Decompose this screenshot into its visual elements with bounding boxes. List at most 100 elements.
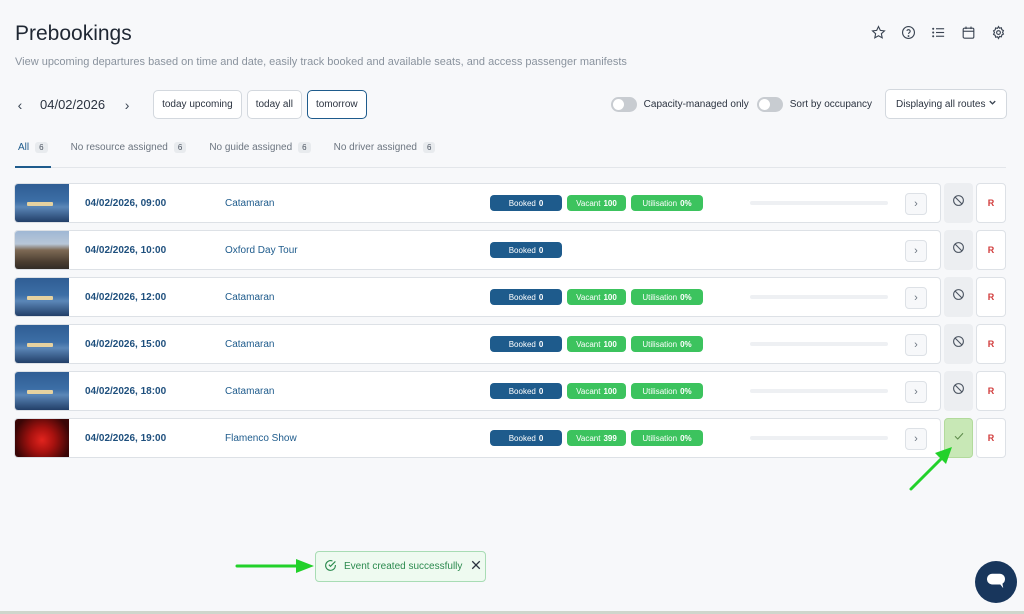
- r-button[interactable]: R: [976, 371, 1006, 411]
- block-button[interactable]: [944, 371, 973, 411]
- open-departure-button[interactable]: ›: [905, 287, 927, 309]
- departure-card[interactable]: 04/02/2026, 19:00 Flamenco Show Booked 0 …: [14, 418, 941, 458]
- vacant-badge: Vacant 100: [567, 383, 626, 399]
- departure-list: 04/02/2026, 09:00 Catamaran Booked 0 Vaca…: [14, 183, 1006, 465]
- open-departure-button[interactable]: ›: [905, 334, 927, 356]
- chevron-right-icon: ›: [914, 292, 918, 304]
- tour-thumbnail: [15, 419, 69, 457]
- booked-badge: Booked 0: [490, 430, 562, 446]
- departure-card[interactable]: 04/02/2026, 18:00 Catamaran Booked 0 Vaca…: [14, 371, 941, 411]
- departure-card[interactable]: 04/02/2026, 10:00 Oxford Day Tour Booked…: [14, 230, 941, 270]
- departure-datetime: 04/02/2026, 18:00: [85, 385, 167, 397]
- booked-badge: Booked 0: [490, 289, 562, 305]
- chevron-down-icon: [988, 98, 997, 110]
- departure-row: 04/02/2026, 18:00 Catamaran Booked 0 Vaca…: [14, 371, 1006, 411]
- utilisation-badge: Utilisation 0%: [631, 336, 703, 352]
- booked-badge: Booked 0: [490, 242, 562, 258]
- sort-occupancy-label: Sort by occupancy: [789, 98, 872, 110]
- capacity-managed-label: Capacity-managed only: [643, 98, 749, 110]
- departure-row: 04/02/2026, 10:00 Oxford Day Tour Booked…: [14, 230, 1006, 270]
- route-select[interactable]: Displaying all routes: [885, 89, 1007, 119]
- open-departure-button[interactable]: ›: [905, 193, 927, 215]
- tab-no-guide[interactable]: No guide assigned 6: [206, 135, 313, 167]
- tour-name: Catamaran: [225, 197, 275, 209]
- check-icon: [953, 429, 965, 447]
- block-icon: [952, 335, 965, 353]
- help-icon[interactable]: [900, 24, 916, 40]
- page-title: Prebookings: [15, 22, 132, 45]
- open-departure-button[interactable]: ›: [905, 240, 927, 262]
- utilisation-badge: Utilisation 0%: [631, 430, 703, 446]
- sort-occupancy-toggle[interactable]: [756, 96, 783, 112]
- departure-card[interactable]: 04/02/2026, 15:00 Catamaran Booked 0 Vaca…: [14, 324, 941, 364]
- block-icon: [952, 382, 965, 400]
- toast-message: Event created successfully: [344, 561, 463, 572]
- utilisation-progress: [750, 436, 888, 440]
- page-header: Prebookings: [15, 22, 132, 46]
- tab-count-badge: 6: [173, 142, 187, 153]
- vacant-badge: Vacant 100: [567, 289, 626, 305]
- star-icon[interactable]: [870, 24, 886, 40]
- view-controls: Capacity-managed only Sort by occupancy …: [610, 89, 1007, 119]
- annotation-arrow-icon: [235, 559, 314, 573]
- chevron-right-icon: ›: [914, 433, 918, 445]
- tab-label: All: [18, 142, 30, 153]
- tab-all[interactable]: All 6: [15, 135, 51, 168]
- block-button[interactable]: [944, 230, 973, 270]
- prev-date-button[interactable]: ‹: [12, 97, 28, 113]
- tab-label: No driver assigned: [333, 142, 417, 153]
- seat-badges: Booked 0 Vacant 100 Utilisation 0%: [490, 383, 748, 399]
- r-button[interactable]: R: [976, 418, 1006, 458]
- event-created-button[interactable]: [944, 418, 973, 458]
- tour-thumbnail: [15, 231, 69, 269]
- tour-thumbnail: [15, 278, 69, 316]
- gear-icon[interactable]: [990, 24, 1006, 40]
- block-button[interactable]: [944, 183, 973, 223]
- tour-name: Oxford Day Tour: [225, 244, 298, 256]
- departure-card[interactable]: 04/02/2026, 09:00 Catamaran Booked 0 Vaca…: [14, 183, 941, 223]
- top-icon-bar: [870, 24, 1006, 40]
- tour-thumbnail: [15, 325, 69, 363]
- block-button[interactable]: [944, 277, 973, 317]
- open-departure-button[interactable]: ›: [905, 381, 927, 403]
- check-circle-icon: [324, 559, 337, 575]
- departure-datetime: 04/02/2026, 12:00: [85, 291, 167, 303]
- page-subtitle: View upcoming departures based on time a…: [15, 56, 627, 68]
- utilisation-badge: Utilisation 0%: [631, 289, 703, 305]
- departure-datetime: 04/02/2026, 09:00: [85, 197, 167, 209]
- chat-widget-button[interactable]: [975, 561, 1017, 603]
- chevron-right-icon: ›: [914, 339, 918, 351]
- booked-badge: Booked 0: [490, 336, 562, 352]
- calendar-icon[interactable]: [960, 24, 976, 40]
- list-icon[interactable]: [930, 24, 946, 40]
- tour-thumbnail: [15, 372, 69, 410]
- tab-no-driver[interactable]: No driver assigned 6: [331, 135, 439, 167]
- tab-no-resource[interactable]: No resource assigned 6: [68, 135, 190, 167]
- filter-today-upcoming-button[interactable]: today upcoming: [153, 90, 242, 119]
- next-date-button[interactable]: ›: [119, 97, 135, 113]
- utilisation-progress: [750, 295, 888, 299]
- departure-datetime: 04/02/2026, 10:00: [85, 244, 167, 256]
- tour-name: Flamenco Show: [225, 432, 297, 444]
- departure-card[interactable]: 04/02/2026, 12:00 Catamaran Booked 0 Vaca…: [14, 277, 941, 317]
- filter-tabs: All 6 No resource assigned 6 No guide as…: [15, 135, 1006, 168]
- capacity-managed-toggle[interactable]: [610, 96, 637, 112]
- r-button[interactable]: R: [976, 324, 1006, 364]
- r-button[interactable]: R: [976, 230, 1006, 270]
- open-departure-button[interactable]: ›: [905, 428, 927, 450]
- tab-label: No guide assigned: [209, 142, 293, 153]
- r-button[interactable]: R: [976, 183, 1006, 223]
- booked-badge: Booked 0: [490, 383, 562, 399]
- chevron-right-icon: ›: [914, 386, 918, 398]
- utilisation-badge: Utilisation 0%: [631, 195, 703, 211]
- r-button[interactable]: R: [976, 277, 1006, 317]
- tab-label: No resource assigned: [70, 142, 168, 153]
- vacant-badge: Vacant 100: [567, 195, 626, 211]
- close-toast-button[interactable]: [471, 560, 481, 573]
- filter-tomorrow-button[interactable]: tomorrow: [306, 90, 367, 119]
- departure-row: 04/02/2026, 19:00 Flamenco Show Booked 0 …: [14, 418, 1006, 458]
- filter-today-all-button[interactable]: today all: [246, 90, 302, 119]
- departure-row: 04/02/2026, 09:00 Catamaran Booked 0 Vaca…: [14, 183, 1006, 223]
- utilisation-progress: [750, 201, 888, 205]
- block-button[interactable]: [944, 324, 973, 364]
